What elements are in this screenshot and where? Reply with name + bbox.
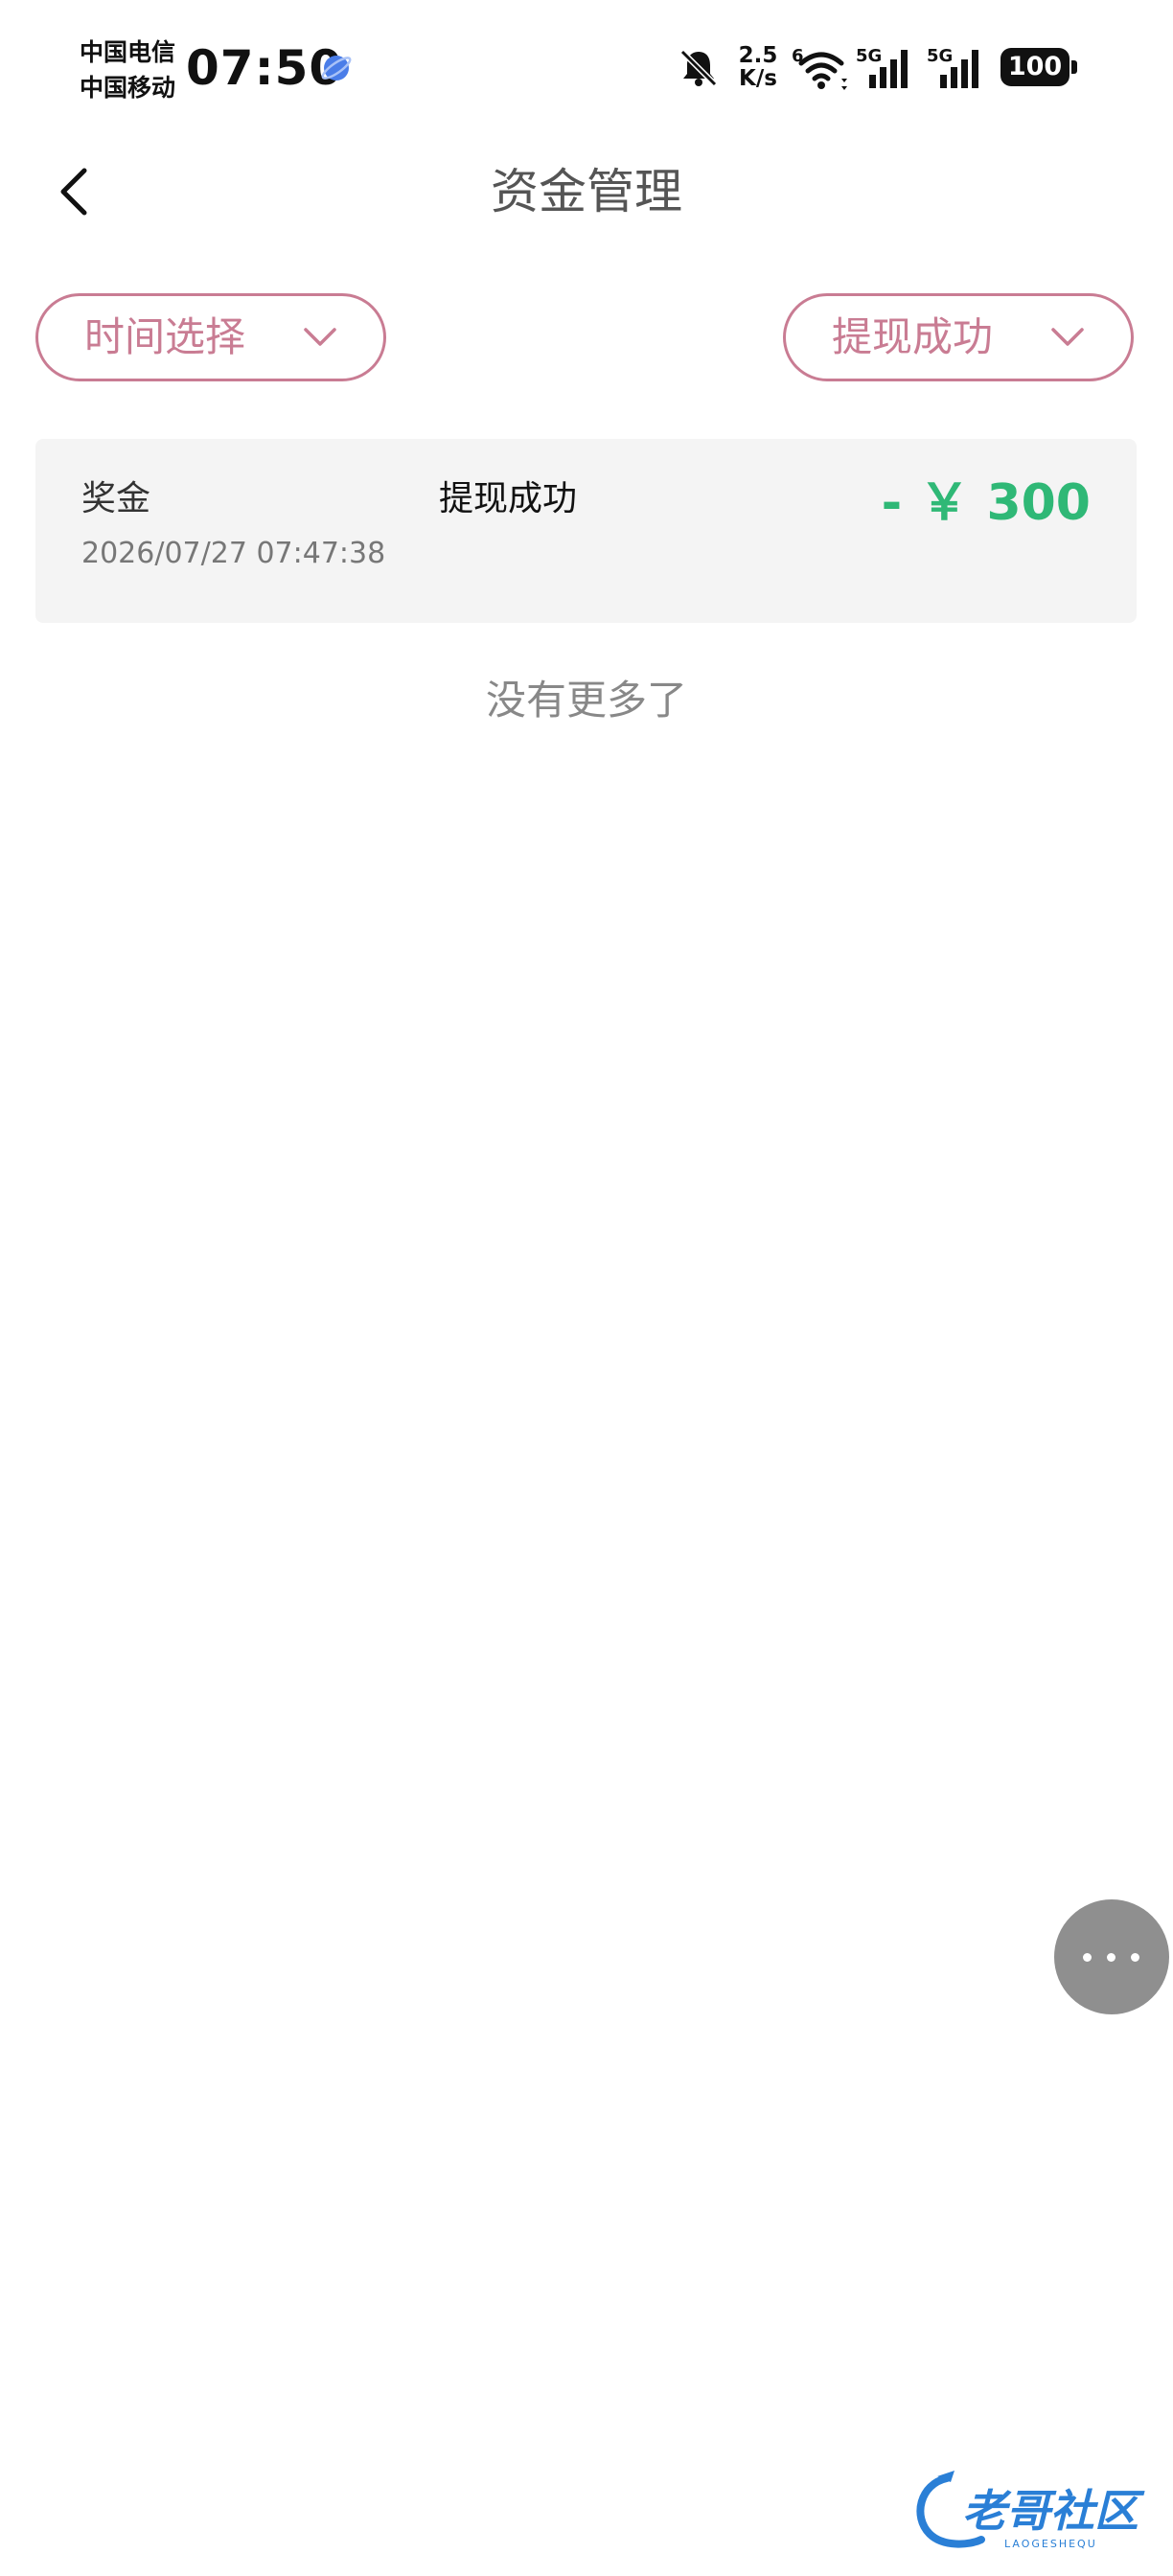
list-end-message: 没有更多了: [485, 677, 687, 724]
page-title: 资金管理: [491, 164, 682, 219]
watermark-logo: 老哥社区 LAOGESHEQU: [916, 2471, 1145, 2550]
cellular-signal-icon: 5G: [856, 46, 908, 88]
planet-icon: [321, 56, 352, 80]
time-filter-label: 时间选择: [84, 313, 246, 360]
record-amount: - ￥ 300: [881, 474, 1091, 532]
signal-2-label: 5G: [927, 46, 953, 66]
bell-off-icon: [679, 49, 718, 87]
watermark-text: 老哥社区: [962, 2485, 1145, 2537]
carrier-1: 中国电信: [80, 38, 176, 66]
chevron-down-icon: [1051, 328, 1084, 346]
signal-1-label: 5G: [856, 46, 882, 66]
carrier-2: 中国移动: [80, 74, 176, 102]
back-button[interactable]: [48, 153, 105, 230]
record-timestamp: 2026/07/27 07:47:38: [81, 537, 386, 570]
time-filter-dropdown[interactable]: 时间选择: [35, 293, 386, 381]
carrier-info: 中国电信 中国移动: [80, 34, 175, 105]
battery-level: 100: [1000, 48, 1070, 86]
dot-icon: [1131, 1953, 1139, 1962]
chevron-down-icon: [304, 328, 336, 346]
status-filter-label: 提现成功: [832, 313, 994, 360]
watermark-subtext: LAOGESHEQU: [1004, 2538, 1097, 2550]
wifi-icon: 6: [792, 46, 847, 90]
status-filter-dropdown[interactable]: 提现成功: [783, 293, 1134, 381]
dot-icon: [1107, 1953, 1116, 1962]
network-speed-unit: K/s: [739, 66, 777, 91]
more-options-button[interactable]: [1054, 1899, 1169, 2014]
dot-icon: [1083, 1953, 1092, 1962]
network-speed: 2.5 K/s: [734, 44, 782, 90]
record-status: 提现成功: [439, 479, 578, 518]
network-speed-value: 2.5: [738, 43, 778, 68]
fund-management-screen: 中国电信 中国移动 07:50 2.5 K/s 6 5G 5G 100 资金管理…: [0, 0, 1173, 2576]
status-bar: 中国电信 中国移动 07:50 2.5 K/s 6 5G 5G 100: [0, 0, 1173, 134]
cellular-signal-icon: 5G: [927, 46, 978, 88]
battery-tip: [1071, 60, 1077, 74]
record-category: 奖金: [81, 479, 151, 518]
list-item[interactable]: 奖金 提现成功 2026/07/27 07:47:38 - ￥ 300: [35, 439, 1137, 623]
battery-indicator: 100: [1000, 48, 1077, 86]
chevron-left-icon: [60, 168, 87, 216]
